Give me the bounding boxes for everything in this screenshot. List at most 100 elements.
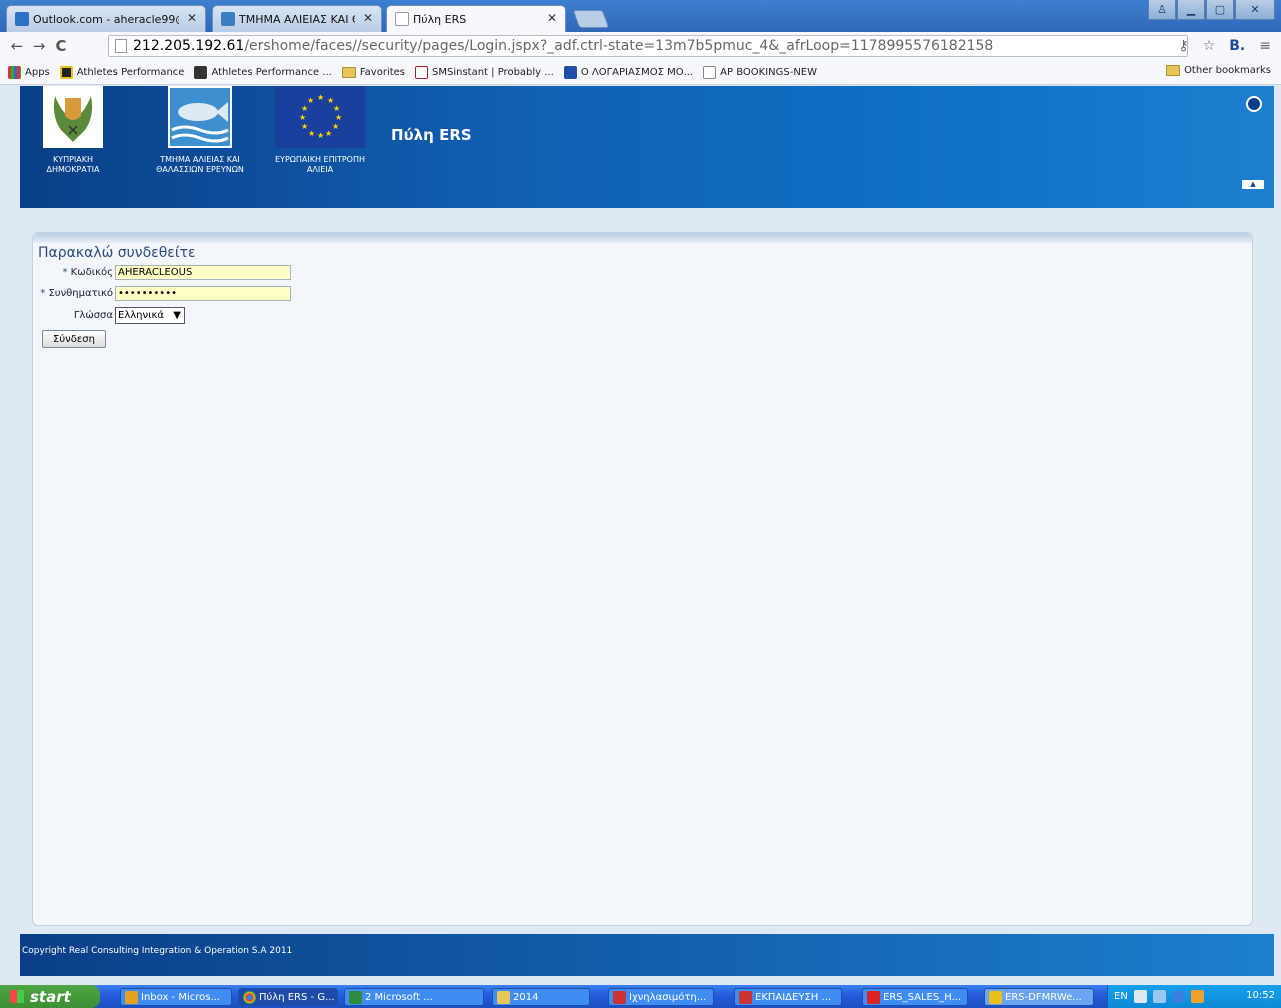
maximize-icon[interactable]: ▢ bbox=[1206, 0, 1234, 20]
chrome-tray-icon[interactable] bbox=[1171, 990, 1185, 1003]
help-icon[interactable] bbox=[1133, 990, 1147, 1003]
reload-icon[interactable]: C bbox=[50, 37, 72, 55]
taskbar-item-2014[interactable]: 2014 bbox=[492, 988, 590, 1006]
bookmark-label: Athletes Performance bbox=[76, 66, 185, 78]
tab-label: Outlook.com - aheracle99@h bbox=[33, 12, 179, 26]
chrome-icon bbox=[243, 991, 256, 1004]
menu-icon[interactable]: ≡ bbox=[1259, 38, 1271, 54]
calendar-icon bbox=[703, 65, 717, 79]
minimize-icon[interactable]: ▁ bbox=[1177, 0, 1205, 20]
athletes-icon bbox=[194, 65, 208, 79]
taskbar-item-label: Ιχνηλασιμότη... bbox=[629, 991, 707, 1003]
bookmark-favorites[interactable]: Favorites bbox=[341, 66, 406, 78]
password-input[interactable]: •••••••••• bbox=[115, 286, 291, 301]
user-switch-icon[interactable]: ♙ bbox=[1148, 0, 1176, 20]
page-icon bbox=[115, 39, 127, 53]
svg-text:★: ★ bbox=[325, 129, 332, 138]
svg-text:★: ★ bbox=[317, 131, 324, 140]
svg-text:★: ★ bbox=[299, 113, 306, 122]
svg-text:★: ★ bbox=[301, 104, 308, 113]
login-button[interactable]: Σύνδεση bbox=[42, 330, 106, 348]
password-label-text: Συνθηματικό bbox=[48, 288, 113, 299]
taskbar-item-label: 2 Microsoft ... bbox=[365, 991, 433, 1003]
taskbar-item-label: Inbox - Micros... bbox=[141, 991, 220, 1003]
new-tab-button[interactable] bbox=[572, 10, 610, 28]
bookmark-label: SMSinstant | Probably ... bbox=[432, 66, 554, 78]
taskbar: start Inbox - Micros... Πύλη ERS - G... … bbox=[0, 985, 1281, 1008]
close-icon[interactable]: ✕ bbox=[547, 11, 557, 25]
tab-ers-portal[interactable]: Πύλη ERS ✕ bbox=[386, 5, 566, 32]
other-bookmarks-label: Other bookmarks bbox=[1184, 65, 1271, 76]
tab-label: Πύλη ERS bbox=[413, 12, 467, 26]
app-icon bbox=[989, 991, 1002, 1004]
taskbar-item-microsoft[interactable]: 2 Microsoft ... bbox=[344, 988, 484, 1006]
bookmark-smsinstant[interactable]: SMSinstant | Probably ... bbox=[415, 65, 554, 79]
bookmark-apps[interactable]: Apps bbox=[8, 65, 50, 79]
taskbar-item-traceability[interactable]: Ιχνηλασιμότη... bbox=[608, 988, 714, 1006]
bookmark-athletes-2[interactable]: Athletes Performance ... bbox=[194, 65, 332, 79]
bookmark-star-icon[interactable]: ☆ bbox=[1203, 38, 1216, 54]
tab-fisheries[interactable]: ΤΜΗΜΑ ΑΛΙΕΙΑΣ ΚΑΙ ΘΑΛΑΣ ✕ bbox=[212, 5, 382, 32]
language-label: Γλώσσα bbox=[73, 310, 113, 321]
language-select[interactable]: Ελληνικά ▼ bbox=[115, 307, 185, 324]
collapse-header-icon[interactable]: ▲ bbox=[1242, 180, 1264, 189]
taskbar-item-ers-dfmr[interactable]: ERS-DFMRWe... bbox=[984, 988, 1094, 1006]
svg-text:★: ★ bbox=[333, 104, 340, 113]
user-icon[interactable] bbox=[1246, 96, 1262, 112]
header-banner: ΚΥΠΡΙΑΚΗ ΔΗΜΟΚΡΑΤΙΑ ΤΜΗΜΑ ΑΛΙΕΙΑΣ ΚΑΙ ΘΑ… bbox=[20, 86, 1274, 208]
folder-icon bbox=[341, 66, 356, 78]
folder-icon bbox=[1166, 65, 1181, 76]
start-label: start bbox=[30, 987, 71, 1006]
taskbar-item-chrome[interactable]: Πύλη ERS - G... bbox=[238, 988, 338, 1006]
taskbar-item-label: ΕΚΠΑΙΔΕΥΣΗ ... bbox=[755, 991, 832, 1003]
sms-icon bbox=[415, 65, 429, 79]
address-host: 212.205.192.61 bbox=[133, 38, 245, 54]
svg-text:★: ★ bbox=[307, 96, 314, 105]
svg-text:★: ★ bbox=[308, 129, 315, 138]
windows-flag-icon bbox=[10, 990, 24, 1003]
back-icon[interactable]: ← bbox=[6, 37, 28, 55]
close-icon[interactable]: ✕ bbox=[187, 11, 197, 25]
powerpoint-icon bbox=[613, 991, 626, 1004]
svg-text:★: ★ bbox=[332, 122, 339, 131]
security-icon[interactable] bbox=[1190, 990, 1204, 1003]
fisheries-icon bbox=[221, 12, 235, 26]
address-bar[interactable]: 212.205.192.61/ershome/faces//security/p… bbox=[108, 35, 1188, 57]
logo-fisheries-text: ΤΜΗΜΑ ΑΛΙΕΙΑΣ ΚΑΙ ΘΑΛΑΣΣΙΩΝ ΕΡΕΥΝΩΝ bbox=[156, 155, 244, 174]
address-path: /ershome/faces//security/pages/Login.jsp… bbox=[244, 38, 994, 54]
cyprus-emblem-icon bbox=[43, 86, 103, 148]
username-label-text: Κωδικός bbox=[70, 267, 113, 278]
start-button[interactable]: start bbox=[0, 985, 100, 1008]
bookmark-athletes-1[interactable]: Athletes Performance bbox=[59, 65, 185, 79]
username-input[interactable]: AHERACLEOUS bbox=[115, 265, 291, 280]
logo-cyprus-text: ΚΥΠΡΙΑΚΗ ΔΗΜΟΚΡΑΤΙΑ bbox=[46, 155, 100, 174]
other-bookmarks[interactable]: Other bookmarks bbox=[1166, 65, 1271, 76]
bookmark-label: Athletes Performance ... bbox=[211, 66, 332, 78]
forward-icon[interactable]: → bbox=[28, 37, 50, 55]
page-icon bbox=[395, 12, 409, 26]
close-window-icon[interactable]: ✕ bbox=[1235, 0, 1275, 20]
logo-fisheries-dept: ΤΜΗΜΑ ΑΛΙΕΙΑΣ ΚΑΙ ΘΑΛΑΣΣΙΩΝ ΕΡΕΥΝΩΝ bbox=[140, 86, 260, 175]
taskbar-item-training[interactable]: ΕΚΠΑΙΔΕΥΣΗ ... bbox=[734, 988, 842, 1006]
account-icon bbox=[563, 65, 577, 79]
browser-toolbar: ← → C 212.205.192.61/ershome/faces//secu… bbox=[0, 32, 1281, 60]
language-indicator[interactable]: EN bbox=[1114, 991, 1128, 1002]
key-icon[interactable]: ⚷ bbox=[1178, 38, 1188, 54]
svg-text:★: ★ bbox=[301, 122, 308, 131]
network-icon[interactable] bbox=[1152, 990, 1166, 1003]
taskbar-item-inbox[interactable]: Inbox - Micros... bbox=[120, 988, 232, 1006]
taskbar-item-label: ERS_SALES_H... bbox=[883, 991, 962, 1003]
tab-outlook[interactable]: Outlook.com - aheracle99@h ✕ bbox=[6, 5, 206, 32]
extension-icon[interactable]: B. bbox=[1229, 38, 1245, 54]
taskbar-item-ers-sales[interactable]: ERS_SALES_H... bbox=[862, 988, 968, 1006]
apps-icon bbox=[8, 65, 21, 79]
window-controls: ♙ ▁ ▢ ✕ bbox=[1147, 0, 1275, 20]
bookmark-label: Favorites bbox=[359, 66, 406, 78]
bookmark-account[interactable]: Ο ΛΟΓΑΡΙΑΣΜΟΣ ΜΟ... bbox=[563, 65, 693, 79]
eu-flag-icon: ★ ★★ ★★★ ★★★ ★★★ bbox=[275, 86, 365, 148]
close-icon[interactable]: ✕ bbox=[363, 11, 373, 25]
excel-icon bbox=[349, 991, 362, 1004]
svg-text:★: ★ bbox=[335, 113, 342, 122]
logo-eu-commission: ★ ★ ★ ★ ★ ★ ★ ★ ★ ★ ★ ★ ΕΥΡΩΠΑΙΚΗ ΕΠΙΤΡΟΠΗ ΑΛΙΕΙ… bbox=[272, 86, 368, 175]
bookmark-ap-bookings[interactable]: AP BOOKINGS-NEW bbox=[703, 65, 817, 79]
